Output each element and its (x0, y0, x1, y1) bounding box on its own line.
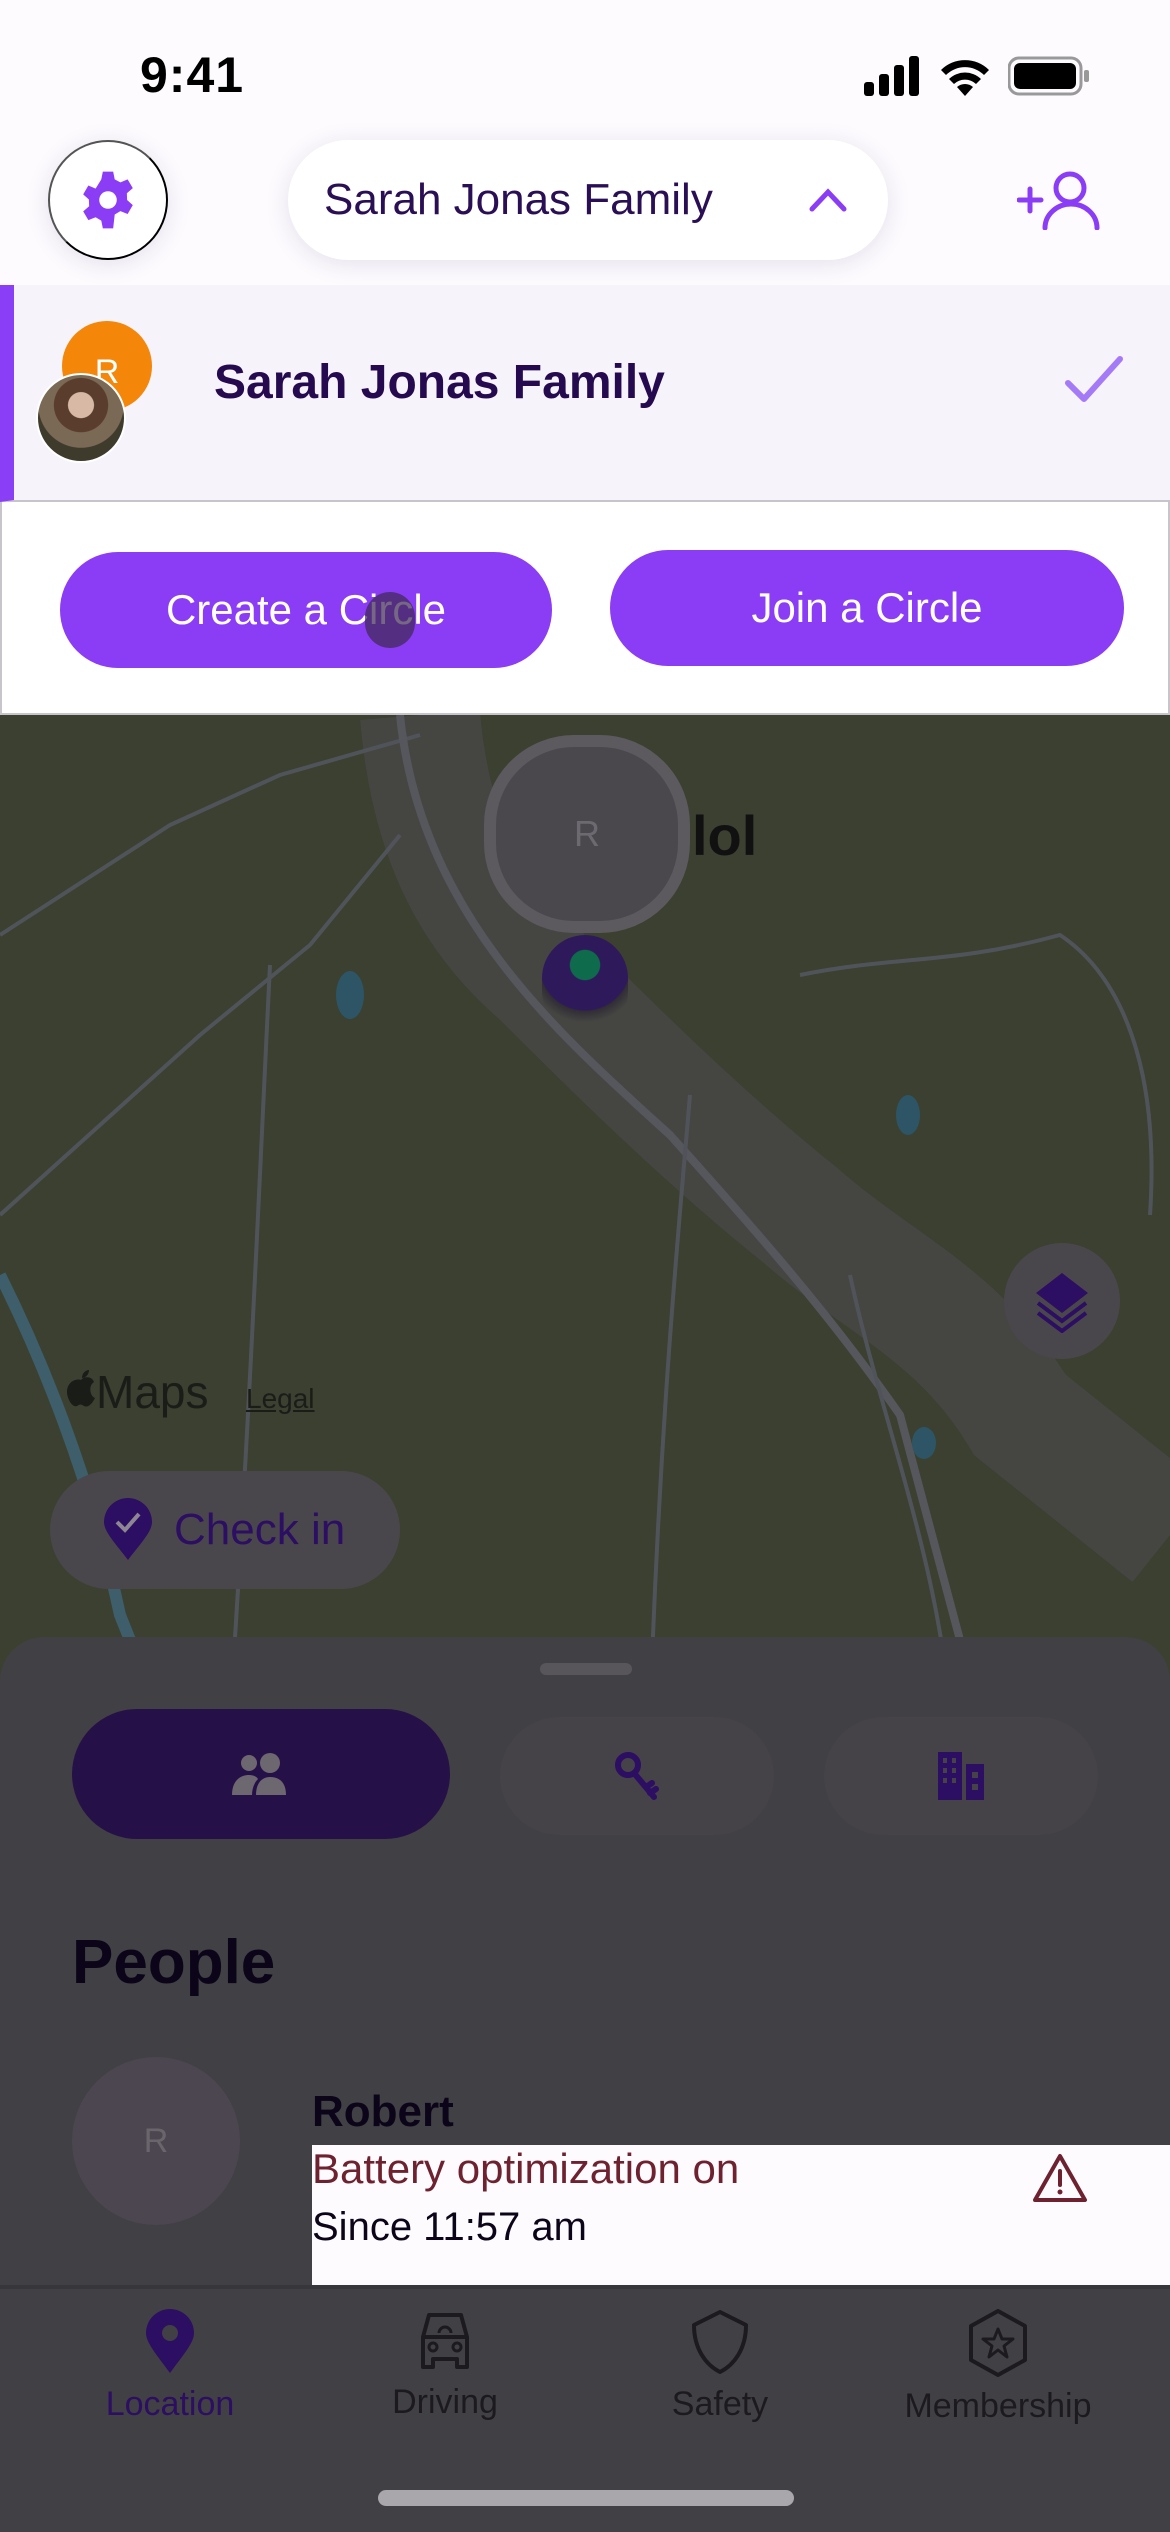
create-circle-button[interactable]: Create a Circle (60, 552, 552, 668)
layers-icon (1036, 1273, 1088, 1333)
circle-list-item-name: Sarah Jonas Family (214, 356, 665, 409)
people-section-title: People (72, 1928, 276, 1997)
person-list-item[interactable]: R Robert Battery optimization on Since 1… (0, 2057, 1170, 2285)
tab-safety[interactable]: Safety (600, 2309, 840, 2424)
tab-membership-label: Membership (904, 2387, 1092, 2425)
map-place-label: lol (692, 804, 758, 867)
apple-maps-attribution: Maps (66, 1365, 208, 1419)
add-member-button[interactable] (1010, 160, 1110, 240)
status-time: 9:41 (140, 47, 245, 103)
status-bar: 9:41 (0, 0, 1170, 140)
shield-icon (692, 2310, 748, 2374)
segment-people[interactable] (72, 1709, 450, 1839)
tab-safety-label: Safety (671, 2385, 769, 2423)
add-person-icon (1017, 171, 1100, 230)
join-circle-button[interactable]: Join a Circle (610, 550, 1124, 666)
membership-star-icon (969, 2309, 1027, 2377)
segment-items[interactable] (500, 1717, 774, 1835)
keys-icon (615, 1752, 659, 1800)
tab-location[interactable]: Location (50, 2309, 290, 2424)
circle-switcher-label: Sarah Jonas Family (324, 175, 713, 224)
car-icon (421, 2313, 469, 2369)
apple-logo-icon (67, 1370, 95, 1407)
person-status-since: Since 11:57 am (312, 2205, 587, 2249)
top-header: Sarah Jonas Family (0, 140, 1170, 285)
battery-icon (1008, 56, 1089, 96)
circle-switcher[interactable]: Sarah Jonas Family (288, 140, 888, 260)
check-in-label: Check in (174, 1505, 346, 1554)
segment-places[interactable] (824, 1717, 1098, 1835)
maps-text: Maps (96, 1366, 209, 1418)
home-indicator[interactable] (378, 2490, 794, 2506)
building-icon (938, 1752, 984, 1800)
gear-icon (83, 171, 133, 229)
bottom-sheet: People R Robert Battery optimization on … (0, 1637, 1170, 2287)
warning-icon (1033, 2154, 1087, 2202)
sheet-grabber[interactable] (540, 1663, 632, 1675)
map-view[interactable]: R lol Maps Legal Check in (0, 715, 1170, 1715)
wifi-icon (941, 60, 989, 96)
checkmark-icon (1065, 356, 1123, 402)
settings-button[interactable] (48, 140, 168, 260)
status-icons (864, 56, 1090, 96)
chevron-up-icon (809, 188, 847, 212)
legal-link[interactable]: Legal (246, 1383, 315, 1415)
tab-driving-label: Driving (392, 2383, 498, 2421)
tab-driving[interactable]: Driving (325, 2309, 565, 2422)
person-avatar: R (72, 2057, 240, 2225)
member-location-dot (542, 935, 628, 1035)
check-in-button[interactable]: Check in (50, 1471, 400, 1589)
member-map-pin[interactable]: R (484, 735, 690, 933)
circle-actions: Create a Circle Join a Circle (0, 502, 1170, 715)
person-name: Robert (312, 2087, 454, 2136)
circle-list-item[interactable]: R Sarah Jonas Family (0, 285, 1170, 502)
map-layers-button[interactable] (1004, 1243, 1120, 1359)
check-in-pin-icon (104, 1498, 152, 1560)
tab-location-label: Location (105, 2385, 235, 2423)
cellular-signal-icon (864, 56, 919, 96)
touch-indicator (365, 592, 415, 648)
member-avatar-photo (36, 373, 126, 463)
people-icon (232, 1753, 286, 1795)
tab-membership[interactable]: Membership (878, 2309, 1118, 2426)
location-pin-icon (146, 2309, 194, 2373)
